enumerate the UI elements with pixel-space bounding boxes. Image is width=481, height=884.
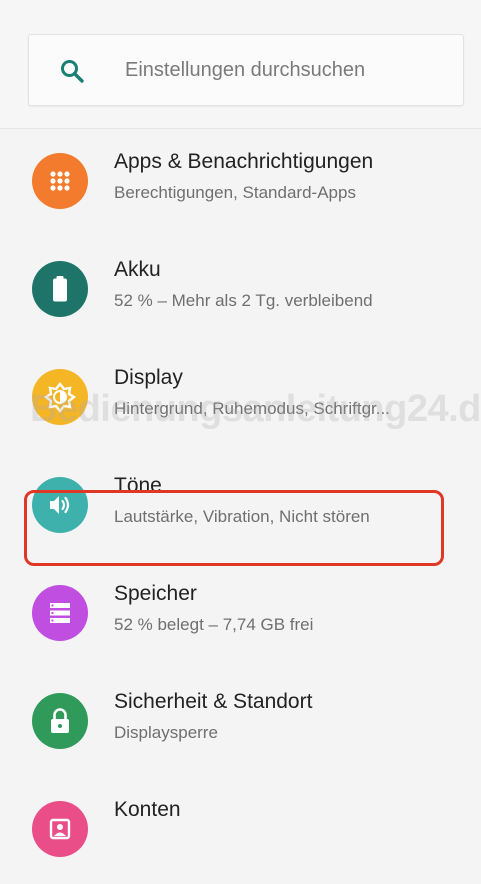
item-subtitle: 52 % belegt – 7,74 GB frei [114,615,314,634]
search-bar-area: Einstellungen durchsuchen [0,0,481,129]
search-icon [61,60,84,83]
settings-item-apps[interactable]: Apps & Benachrichtigungen Berechtigungen… [0,128,481,236]
settings-item-sicherheit[interactable]: Sicherheit & Standort Displaysperre [0,668,481,776]
battery-icon [32,261,88,317]
item-subtitle: Displaysperre [114,723,218,742]
settings-item-toene[interactable]: Töne Lautstärke, Vibration, Nicht stören [0,452,481,560]
settings-item-display[interactable]: Display Hintergrund, Ruhemodus, Schriftg… [0,344,481,452]
storage-icon [32,585,88,641]
item-title: Töne [114,474,162,497]
account-icon [32,801,88,857]
search-box[interactable]: Einstellungen durchsuchen [28,34,464,106]
settings-item-akku[interactable]: Akku 52 % – Mehr als 2 Tg. verbleibend [0,236,481,344]
settings-item-speicher[interactable]: Speicher 52 % belegt – 7,74 GB frei [0,560,481,668]
item-title: Akku [114,258,161,281]
brightness-icon [32,369,88,425]
search-placeholder: Einstellungen durchsuchen [125,59,366,81]
item-subtitle: Lautstärke, Vibration, Nicht stören [114,507,370,526]
item-title: Display [114,366,183,389]
item-title: Apps & Benachrichtigungen [114,150,374,173]
item-title: Konten [114,798,181,821]
volume-icon [32,477,88,533]
apps-grid-icon [32,153,88,209]
item-subtitle: Berechtigungen, Standard-Apps [114,183,356,202]
item-subtitle: Hintergrund, Ruhemodus, Schriftgr... [114,399,390,418]
item-title: Sicherheit & Standort [114,690,313,713]
settings-item-konten[interactable]: Konten [0,776,481,884]
settings-list: Apps & Benachrichtigungen Berechtigungen… [0,128,481,884]
item-subtitle: 52 % – Mehr als 2 Tg. verbleibend [114,291,373,310]
item-title: Speicher [114,582,197,605]
lock-icon [32,693,88,749]
